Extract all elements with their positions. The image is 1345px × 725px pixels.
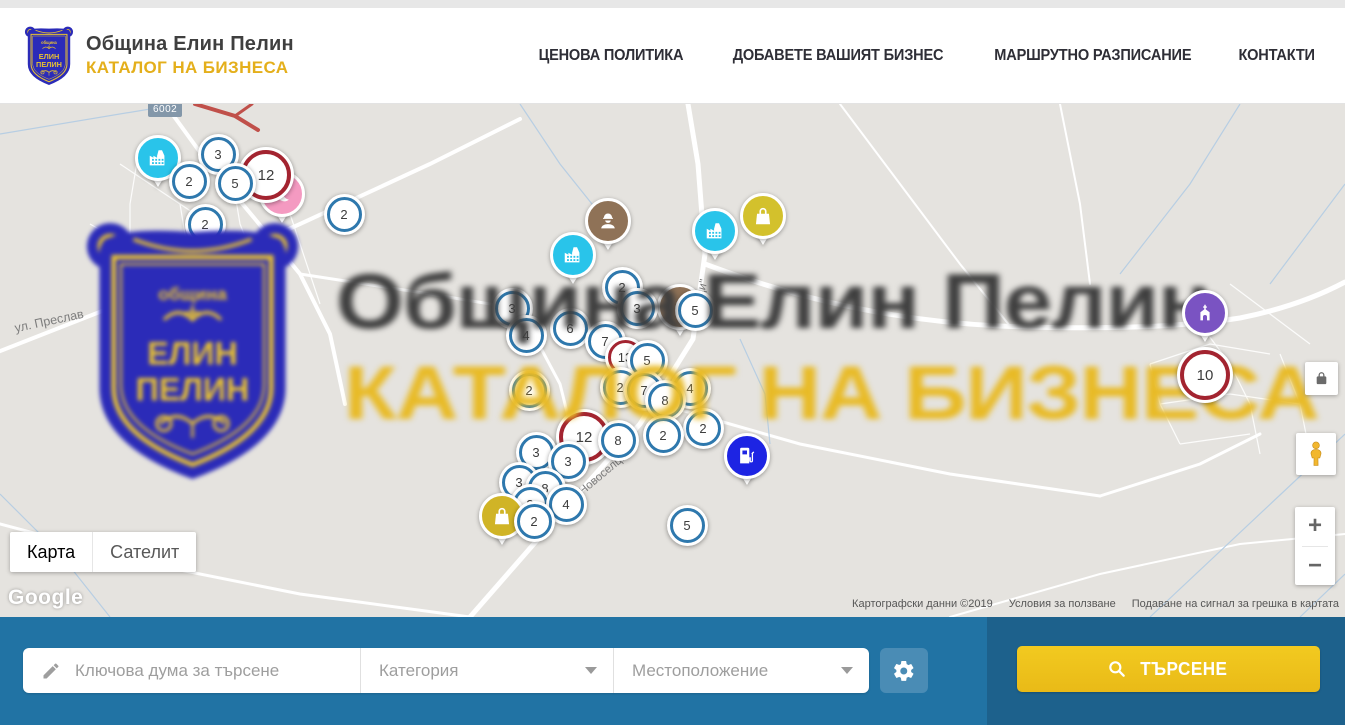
attribution-terms-link[interactable]: Условия за ползване xyxy=(1009,598,1116,610)
search-bar: Категория Местоположение ТЪРСЕНЕ xyxy=(0,617,1345,725)
main-nav: ЦЕНОВА ПОЛИТИКА ДОБАВЕТЕ ВАШИЯТ БИЗНЕС М… xyxy=(534,47,1317,65)
category-select[interactable]: Категория xyxy=(361,648,613,693)
location-select[interactable]: Местоположение xyxy=(614,648,869,693)
map-attribution: Картографски данни ©2019 Условия за полз… xyxy=(852,598,1339,610)
nav-item-bus-schedule[interactable]: МАРШРУТНО РАЗПИСАНИЕ xyxy=(994,47,1191,65)
search-bar-right-panel: ТЪРСЕНЕ xyxy=(987,617,1345,725)
map-cluster-marker[interactable]: 10 xyxy=(1177,347,1233,403)
street-view-pegman-button[interactable] xyxy=(1296,433,1336,475)
site-brand[interactable]: община ЕЛИН ПЕЛИН Община Елин Пелин КАТА… xyxy=(24,25,294,87)
search-pill: Категория Местоположение xyxy=(23,648,869,693)
google-logo[interactable]: Google xyxy=(8,586,83,610)
site-title: Община Елин Пелин xyxy=(86,33,294,56)
map-type-map-button[interactable]: Карта xyxy=(10,532,92,572)
google-map[interactable]: 6002 ул. Преслав бул. „Новоселци“ ци" xyxy=(0,104,1345,617)
municipality-crest-logo: община ЕЛИН ПЕЛИН xyxy=(24,25,74,87)
pencil-icon xyxy=(41,661,61,681)
svg-text:ЕЛИН: ЕЛИН xyxy=(39,51,60,60)
svg-text:ПЕЛИН: ПЕЛИН xyxy=(36,60,62,69)
pegman-icon xyxy=(1303,439,1329,469)
nav-item-add-business[interactable]: ДОБАВЕТЕ ВАШИЯТ БИЗНЕС xyxy=(733,47,944,65)
search-icon xyxy=(1107,659,1127,679)
svg-text:община: община xyxy=(41,40,57,45)
map-type-control: Карта Сателит xyxy=(10,532,196,572)
location-select-label: Местоположение xyxy=(632,661,768,681)
site-subtitle: КАТАЛОГ НА БИЗНЕСА xyxy=(86,58,294,78)
lock-icon xyxy=(1313,370,1330,387)
church-icon xyxy=(1194,302,1216,324)
nav-item-pricing[interactable]: ЦЕНОВА ПОЛИТИКА xyxy=(539,47,684,65)
keyword-search-input[interactable] xyxy=(73,660,360,682)
search-bar-left-panel: Категория Местоположение xyxy=(0,617,987,725)
zoom-in-button[interactable]: + xyxy=(1295,507,1335,546)
attribution-report-error-link[interactable]: Подаване на сигнал за грешка в картата xyxy=(1132,598,1339,610)
attribution-copyright: Картографски данни ©2019 xyxy=(852,598,993,610)
category-select-label: Категория xyxy=(379,661,458,681)
chevron-down-icon xyxy=(841,667,853,674)
chevron-down-icon xyxy=(585,667,597,674)
map-top-marker-layer: 10 xyxy=(0,104,1345,617)
cluster-count: 10 xyxy=(1197,367,1214,384)
lock-scroll-button[interactable] xyxy=(1305,362,1338,395)
keyword-field-wrap xyxy=(23,648,360,693)
search-submit-button[interactable]: ТЪРСЕНЕ xyxy=(1017,646,1320,692)
map-zoom-control: + − xyxy=(1295,507,1335,585)
advanced-search-button[interactable] xyxy=(880,648,928,693)
map-type-satellite-button[interactable]: Сателит xyxy=(92,532,196,572)
page-top-strip xyxy=(0,0,1345,8)
gear-icon xyxy=(892,659,916,683)
search-button-label: ТЪРСЕНЕ xyxy=(1140,659,1227,680)
map-pin-church[interactable] xyxy=(1182,290,1228,348)
zoom-out-button[interactable]: − xyxy=(1295,546,1335,585)
site-header: община ЕЛИН ПЕЛИН Община Елин Пелин КАТА… xyxy=(0,8,1345,104)
nav-item-contacts[interactable]: КОНТАКТИ xyxy=(1238,47,1314,65)
